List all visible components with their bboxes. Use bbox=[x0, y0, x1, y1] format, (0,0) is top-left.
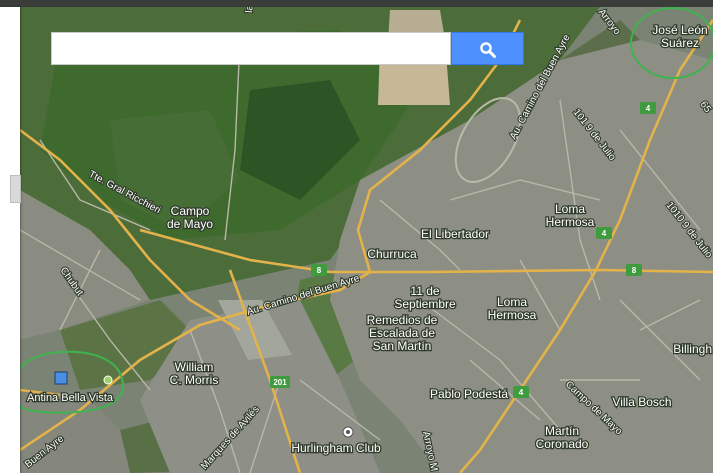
place-label-remedios-line1: Remedios de bbox=[367, 313, 438, 327]
left-side-panel[interactable] bbox=[0, 7, 21, 473]
place-label-11-de-septiembre-line2: Septiembre bbox=[394, 297, 456, 311]
svg-text:8: 8 bbox=[317, 266, 322, 275]
place-label-remedios-line2: Escalada de bbox=[369, 326, 435, 340]
place-label-jose-leon-suarez-line1: José León bbox=[652, 23, 707, 37]
place-label-jose-leon-suarez-line2: Suárez bbox=[661, 36, 699, 50]
place-label-loma-hermosa-center-line1: Loma bbox=[497, 295, 527, 309]
place-label-11-de-septiembre-line1: 11 de bbox=[410, 284, 439, 298]
place-label-loma-hermosa-east-line2: Hermosa bbox=[546, 215, 595, 229]
svg-text:4: 4 bbox=[519, 388, 524, 397]
route-shield-4-north: 4 bbox=[640, 102, 656, 114]
place-label-campo-de-mayo-line1: Campo bbox=[171, 204, 210, 218]
place-label-william-c-morris-line2: C. Morris bbox=[170, 373, 219, 387]
search-input[interactable] bbox=[51, 32, 451, 65]
route-shield-201: 201 bbox=[270, 376, 290, 388]
place-label-remedios-line3: San Martín bbox=[373, 339, 432, 353]
place-label-antina-bella-vista: Antina Bella Vista bbox=[27, 392, 114, 404]
place-label-william-c-morris-line1: William bbox=[175, 360, 214, 374]
svg-text:4: 4 bbox=[602, 229, 607, 238]
svg-text:8: 8 bbox=[632, 266, 637, 275]
satellite-map[interactable]: 8 8 4 4 4 201 Au. Camino del Buen Ayre A… bbox=[20, 7, 713, 473]
street-label-late: late bbox=[244, 7, 256, 13]
place-label-billinghurst: Billingh bbox=[673, 342, 712, 356]
search-button[interactable] bbox=[451, 32, 524, 65]
svg-text:4: 4 bbox=[646, 104, 651, 113]
place-label-el-libertador: El Libertador bbox=[421, 227, 489, 241]
svg-text:201: 201 bbox=[273, 378, 287, 387]
panel-collapse-tab[interactable] bbox=[10, 175, 21, 203]
route-shield-4-south: 4 bbox=[513, 386, 529, 398]
route-shield-8-center: 8 bbox=[311, 264, 327, 276]
place-label-martin-coronado-line1: Martín bbox=[545, 424, 579, 438]
search-icon bbox=[480, 42, 496, 58]
place-label-martin-coronado-line2: Coronado bbox=[536, 437, 589, 451]
window-top-bar bbox=[0, 0, 713, 7]
place-label-loma-hermosa-east-line1: Loma bbox=[555, 202, 585, 216]
route-shield-8-east: 8 bbox=[626, 264, 642, 276]
place-label-hurlingham-club: Hurlingham Club bbox=[291, 441, 381, 455]
place-label-churruca: Churruca bbox=[367, 247, 417, 261]
place-label-pablo-podesta: Pablo Podestá bbox=[430, 387, 508, 401]
place-label-campo-de-mayo-line2: de Mayo bbox=[167, 217, 213, 231]
place-label-villa-bosch: Villa Bosch bbox=[612, 395, 671, 409]
route-shield-4-middle: 4 bbox=[596, 227, 612, 239]
place-label-loma-hermosa-center-line2: Hermosa bbox=[488, 308, 537, 322]
